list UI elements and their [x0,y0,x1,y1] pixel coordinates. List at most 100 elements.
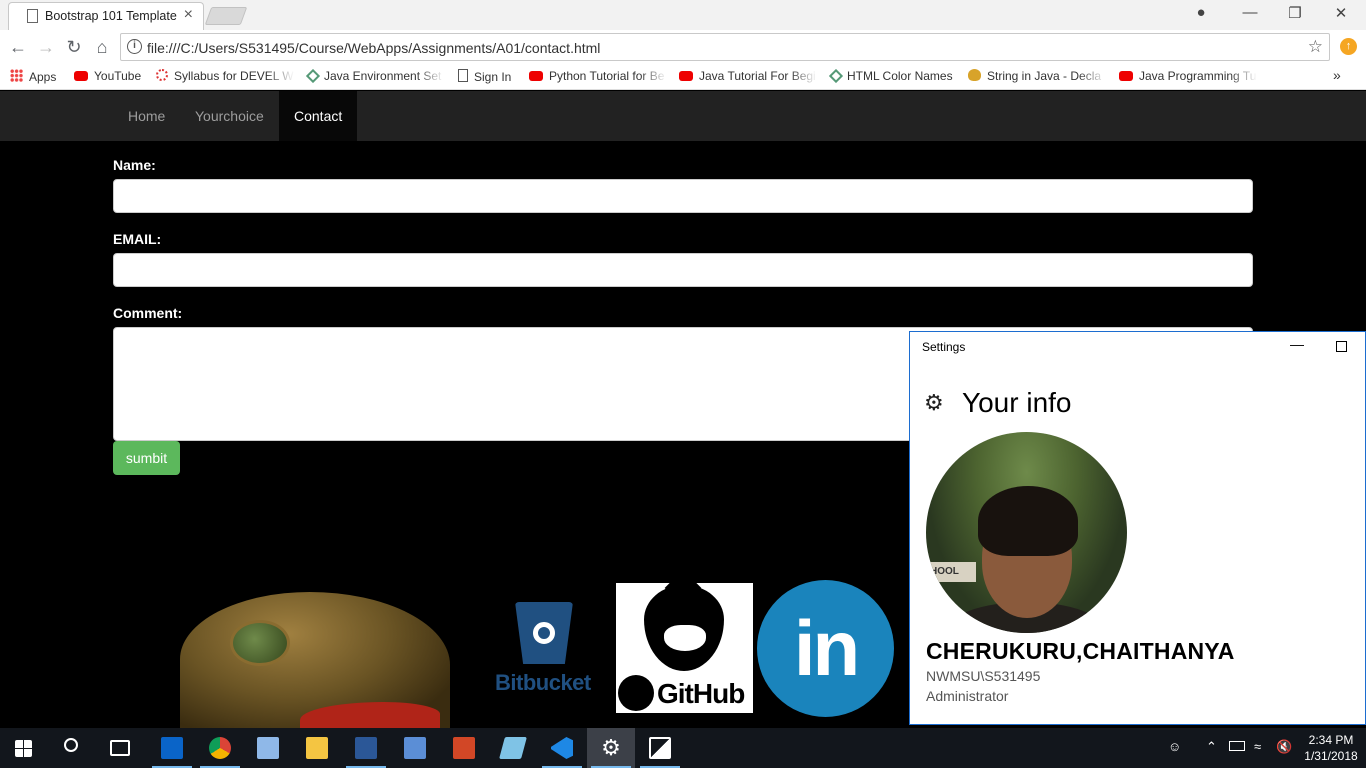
more-bookmarks-icon[interactable]: » [1333,67,1341,83]
coffee-icon [968,69,981,81]
task-view-icon [110,740,130,756]
avatar: HOOL [926,432,1127,633]
vscode-icon [551,737,573,759]
folder-icon [306,737,328,759]
outlook-taskbar-button[interactable] [148,728,196,768]
user-name: CHERUKURU,CHAITHANYA [926,638,1235,664]
settings-window: Settings — ⚙ Your info HOOL CHERUKURU,CH… [909,331,1366,725]
minimize-button[interactable]: — [1230,4,1270,21]
github-icon [618,675,654,711]
browser-toolbar: ← → ↻ ⌂ i file:///C:/Users/S531495/Cours… [0,30,1366,64]
nav-contact[interactable]: Contact [279,91,358,141]
back-icon[interactable]: ← [7,37,29,58]
url-text: file:///C:/Users/S531495/Course/WebApps/… [147,40,601,56]
bookmark-html-colors[interactable]: HTML Color Names [829,69,953,83]
bookmark-sign-in[interactable]: Sign In [458,69,511,84]
bookmark-java-programming[interactable]: Java Programming Tu [1119,69,1257,83]
app-cube-taskbar-button[interactable] [244,728,292,768]
file-explorer-taskbar-button[interactable] [293,728,341,768]
youtube-icon [679,71,693,81]
show-hidden-icons-icon[interactable]: ⌃ [1206,739,1217,755]
tab-close-icon[interactable]: × [184,6,193,24]
info-icon[interactable]: i [127,39,142,54]
close-button[interactable]: ✕ [1321,4,1361,22]
youtube-icon [74,71,88,81]
bookmark-string-java[interactable]: String in Java - Decla [968,69,1106,83]
frog-eye [230,620,290,666]
bitbucket-text: Bitbucket [495,670,591,695]
name-input[interactable] [113,179,1253,213]
java-env-icon [306,69,321,83]
apps-grid-icon [10,69,23,82]
bookmarks-bar: Apps YouTube Syllabus for DEVEL W Java E… [0,64,1366,90]
extension-icon[interactable]: ↑ [1340,38,1357,55]
powerpoint-icon [453,737,475,759]
outlook-icon [161,737,183,759]
photo-wall-sign: HOOL [926,562,976,582]
battery-icon[interactable] [1229,741,1245,751]
bookmark-java-tutorial[interactable]: Java Tutorial For Begi [679,69,817,83]
gear-icon: ⚙ [924,390,944,415]
drupal-github-logo[interactable]: GitHub [616,583,753,713]
bookmark-star-icon[interactable]: ☆ [1308,37,1323,57]
frog-image [180,592,450,732]
bookmark-java-environment[interactable]: Java Environment Set [306,69,444,83]
word-icon [355,737,377,759]
page-icon [458,69,468,82]
youtube-icon [1119,71,1133,81]
search-button[interactable] [48,728,96,768]
bookmark-apps[interactable]: Apps [10,69,56,84]
address-bar[interactable]: i file:///C:/Users/S531495/Course/WebApp… [120,33,1330,61]
github-text: GitHub [657,678,745,709]
paint-icon [404,737,426,759]
photos-taskbar-button[interactable] [636,728,684,768]
word-taskbar-button[interactable] [342,728,390,768]
profile-icon[interactable]: ● [1181,4,1221,21]
paint-taskbar-button[interactable] [391,728,439,768]
photos-icon [649,737,671,759]
name-label: Name: [113,157,156,173]
email-label: EMAIL: [113,231,162,247]
wifi-icon[interactable]: ≈ [1254,739,1261,754]
forward-icon[interactable]: → [35,37,57,58]
restore-button[interactable]: ❐ [1275,4,1315,22]
bitbucket-logo[interactable]: Bitbucket [495,600,595,700]
settings-minimize-button[interactable]: — [1290,336,1304,352]
settings-taskbar-button[interactable]: ⚙ [587,728,635,768]
start-button[interactable] [0,728,48,768]
new-tab-button[interactable] [204,7,248,25]
bookmark-youtube[interactable]: YouTube [74,69,141,83]
linkedin-logo[interactable]: in [757,580,894,717]
bookmark-syllabus[interactable]: Syllabus for DEVEL W [156,69,294,83]
windows-icon [15,740,32,757]
nav-yourchoice[interactable]: Yourchoice [180,91,279,141]
task-view-button[interactable] [96,728,144,768]
notes-icon [499,737,527,759]
html-colors-icon [829,69,844,83]
nav-home[interactable]: Home [113,91,180,141]
settings-maximize-button[interactable] [1336,341,1347,352]
chrome-taskbar-button[interactable] [196,728,244,768]
people-icon[interactable]: ☺ [1168,739,1181,754]
reload-icon[interactable]: ↻ [63,37,85,58]
notes-taskbar-button[interactable] [489,728,537,768]
gear-icon: ⚙ [601,735,621,760]
taskbar: ⚙ ☺ ⌃ ≈ 🔇 2:34 PM 1/31/2018 [0,728,1366,768]
vscode-taskbar-button[interactable] [538,728,586,768]
clock-time: 2:34 PM [1308,733,1354,747]
volume-muted-icon[interactable]: 🔇 [1276,739,1292,755]
youtube-icon [529,71,543,81]
clock[interactable]: 2:34 PM 1/31/2018 [1300,732,1362,764]
email-input[interactable] [113,253,1253,287]
bookmark-python-tutorial[interactable]: Python Tutorial for Be [529,69,667,83]
settings-window-title: Settings [922,340,966,354]
home-icon[interactable]: ⌂ [91,37,113,58]
powerpoint-taskbar-button[interactable] [440,728,488,768]
tab-title: Bootstrap 101 Template [45,9,177,23]
browser-tab[interactable]: Bootstrap 101 Template × [8,2,204,30]
site-navbar: Home Yourchoice Contact [0,91,1366,141]
submit-button[interactable]: sumbit [113,441,180,475]
chrome-icon [209,737,231,759]
settings-heading: Your info [962,387,1072,418]
user-role: Administrator [926,688,1009,704]
